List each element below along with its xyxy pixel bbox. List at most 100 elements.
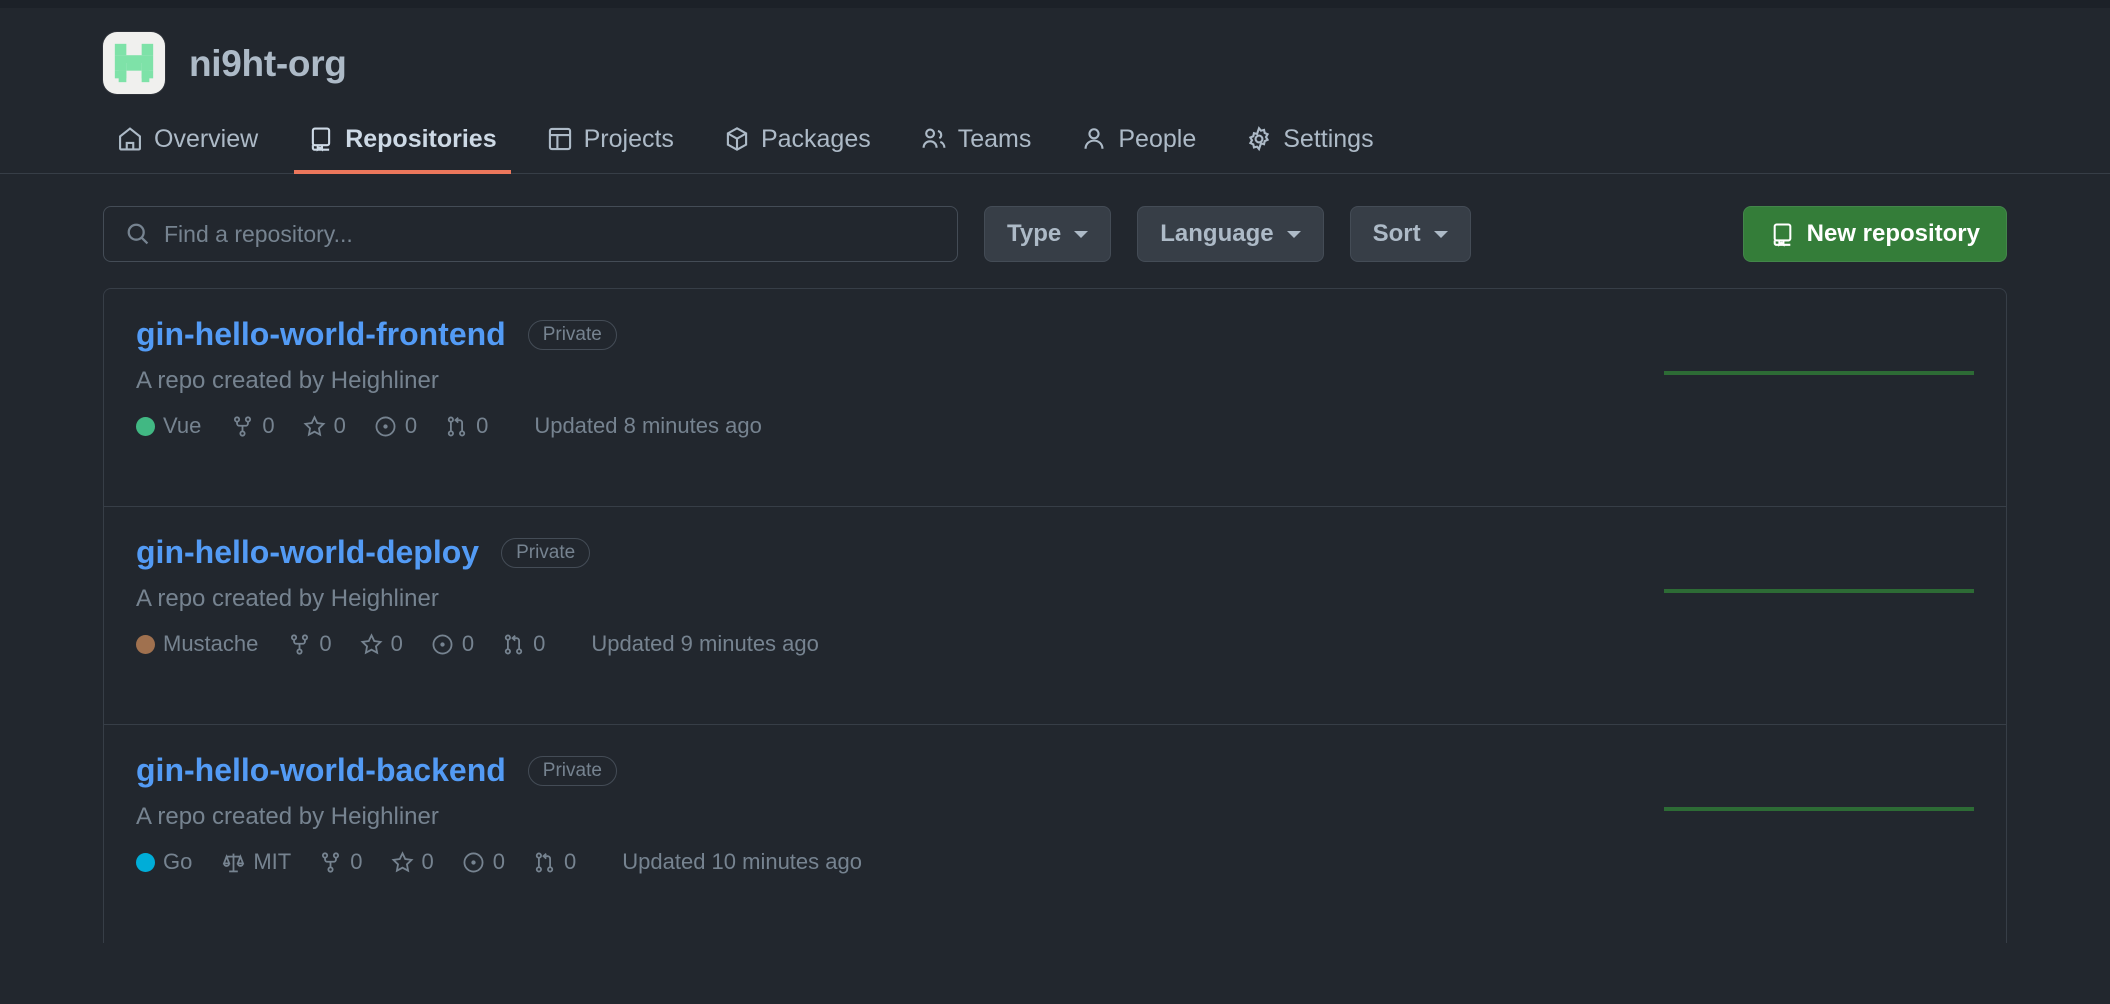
repository-language: Mustache <box>136 633 258 655</box>
language-filter-label: Language <box>1160 220 1274 247</box>
issues-count: 0 <box>404 413 418 439</box>
visibility-badge: Private <box>527 319 617 350</box>
issues-count: 0 <box>461 631 475 657</box>
repository-language: Go <box>136 851 192 873</box>
pull-requests-count: 0 <box>533 631 546 657</box>
pull-request-icon <box>535 852 554 873</box>
forks-count: 0 <box>262 413 275 439</box>
activity-sparkline-icon <box>1664 807 1974 811</box>
fork-icon <box>322 852 340 873</box>
nav-tab-teams-label: Teams <box>957 124 1032 153</box>
repository-updated-time: Updated 8 minutes ago <box>534 413 762 439</box>
repository-stars[interactable]: 0 <box>390 849 434 875</box>
license-label: MIT <box>253 849 292 875</box>
star-icon <box>360 633 383 655</box>
repository-pull-requests[interactable]: 0 <box>445 415 488 438</box>
repository-description: A repo created by Heighliner <box>136 585 439 613</box>
type-filter-label: Type <box>1007 220 1062 247</box>
language-filter-dropdown[interactable]: Language <box>1137 206 1324 262</box>
repository-info: gin-hello-world-frontend Private A repo cr… <box>136 316 1624 439</box>
nav-tab-teams[interactable]: Teams <box>907 114 1046 174</box>
issue-icon <box>375 416 396 437</box>
star-icon <box>390 851 414 873</box>
repo-icon <box>1773 222 1791 247</box>
chevron-down-icon <box>1286 230 1301 238</box>
activity-sparkline-icon <box>1664 371 1974 375</box>
repository-forks[interactable]: 0 <box>231 413 275 439</box>
forks-count: 0 <box>319 631 332 657</box>
repository-stars[interactable]: 0 <box>360 633 403 656</box>
repository-meta: Go MIT 0 0 0 0 Updated 10 minutes ago <box>136 849 1624 875</box>
nav-tab-settings[interactable]: Settings <box>1232 114 1387 174</box>
main-content: Type Language Sort New repository gin-he… <box>0 174 2110 943</box>
nav-tab-packages-label: Packages <box>760 124 871 153</box>
search-input[interactable] <box>103 206 958 262</box>
repository-name-link[interactable]: gin-hello-world-frontend <box>136 316 506 352</box>
repository-updated-time: Updated 10 minutes ago <box>622 849 862 875</box>
repository-meta: Mustache 0 0 0 0 Updated 9 minutes ago <box>136 631 1624 657</box>
pull-request-icon <box>447 416 466 437</box>
org-avatar[interactable] <box>103 32 165 94</box>
top-strip <box>0 0 2110 8</box>
repository-language: Vue <box>136 415 201 437</box>
nav-tab-overview[interactable]: Overview <box>103 114 272 174</box>
person-icon <box>1084 128 1104 149</box>
pull-requests-count: 0 <box>564 849 577 875</box>
repository-issues[interactable]: 0 <box>462 851 505 874</box>
repository-pull-requests[interactable]: 0 <box>533 851 576 874</box>
repository-activity-graph <box>1664 753 1974 813</box>
language-label: Mustache <box>163 631 259 657</box>
repository-info: gin-hello-world-deploy Private A repo crea… <box>136 534 1624 657</box>
nav-tab-repositories[interactable]: Repositories <box>294 114 511 174</box>
org-header: ni9ht-org Overview Repositories Projects <box>0 8 2110 174</box>
repository-issues[interactable]: 0 <box>374 415 417 438</box>
nav-tab-settings-label: Settings <box>1283 124 1374 153</box>
people-icon <box>922 128 946 148</box>
nav-tab-projects-label: Projects <box>583 124 674 153</box>
repo-filter-bar: Type Language Sort New repository <box>103 174 2007 288</box>
language-label: Go <box>163 849 193 875</box>
search-field-wrapper <box>103 206 958 262</box>
nav-tab-people[interactable]: People <box>1067 114 1210 174</box>
repository-meta: Vue 0 0 0 0 Updated 8 minutes ago <box>136 413 1624 439</box>
sort-filter-dropdown[interactable]: Sort <box>1349 206 1471 262</box>
package-icon <box>726 127 748 151</box>
org-nav: Overview Repositories Projects Packages <box>0 114 2110 174</box>
repository-pull-requests[interactable]: 0 <box>502 633 545 656</box>
repository-title-line: gin-hello-world-frontend Private <box>136 316 1624 352</box>
repository-forks[interactable]: 0 <box>288 631 332 657</box>
star-icon <box>303 415 326 437</box>
repository-license[interactable]: MIT <box>222 851 291 874</box>
nav-tab-projects[interactable]: Projects <box>533 114 688 174</box>
stars-count: 0 <box>421 849 434 875</box>
issue-icon <box>463 852 484 873</box>
org-logo-h-mark-icon <box>114 43 154 83</box>
nav-tab-people-label: People <box>1118 124 1197 153</box>
repository-forks[interactable]: 0 <box>319 849 363 875</box>
repository-row: gin-hello-world-backend Private A repo cre… <box>104 725 2006 943</box>
issues-count: 0 <box>492 849 505 875</box>
new-repository-button[interactable]: New repository <box>1742 206 2007 262</box>
visibility-badge: Private <box>527 755 617 786</box>
repository-description: A repo created by Heighliner <box>136 803 439 831</box>
pull-request-icon <box>504 634 523 655</box>
org-name: ni9ht-org <box>189 42 347 84</box>
repository-activity-graph <box>1664 535 1974 595</box>
language-label: Vue <box>163 413 202 439</box>
type-filter-dropdown[interactable]: Type <box>984 206 1112 262</box>
chevron-down-icon <box>1433 230 1448 238</box>
org-identity: ni9ht-org <box>0 8 2110 114</box>
gear-icon <box>1249 126 1270 152</box>
stars-count: 0 <box>333 413 346 439</box>
home-icon <box>119 127 141 151</box>
repository-issues[interactable]: 0 <box>431 633 474 656</box>
repository-list: gin-hello-world-frontend Private A repo cr… <box>103 288 2007 943</box>
pull-requests-count: 0 <box>476 413 489 439</box>
repository-name-link[interactable]: gin-hello-world-deploy <box>136 534 479 570</box>
repository-name-link[interactable]: gin-hello-world-backend <box>136 752 506 788</box>
repository-stars[interactable]: 0 <box>303 415 346 438</box>
forks-count: 0 <box>350 849 363 875</box>
nav-tab-packages[interactable]: Packages <box>710 114 885 174</box>
sort-filter-label: Sort <box>1372 220 1421 247</box>
project-icon <box>548 127 571 151</box>
